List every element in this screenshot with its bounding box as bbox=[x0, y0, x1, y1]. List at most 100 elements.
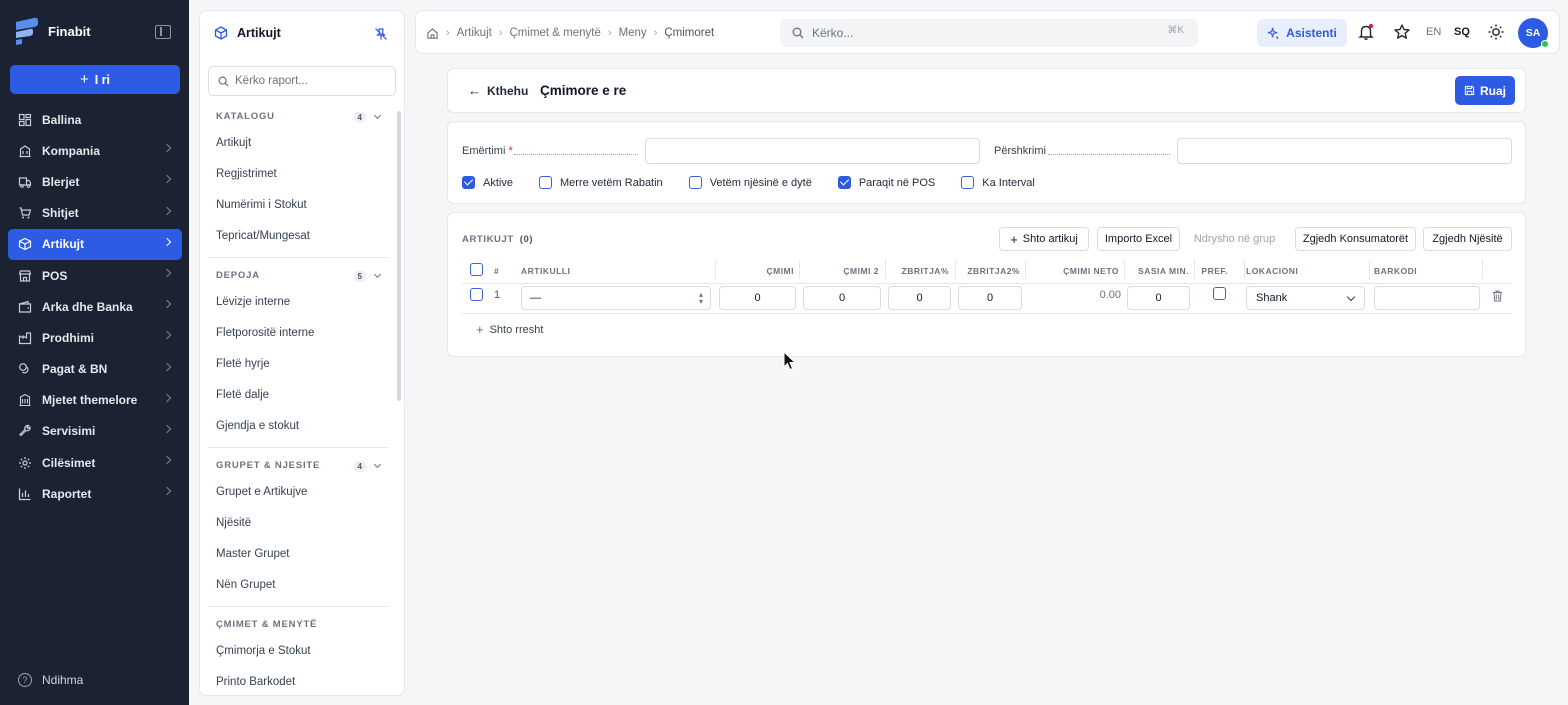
panel-link[interactable]: Lëvizje interne bbox=[200, 286, 396, 317]
barcode-input[interactable] bbox=[1374, 286, 1480, 310]
breadcrumb-item[interactable]: Çmimoret bbox=[664, 27, 714, 39]
panel-link[interactable]: Njësitë bbox=[200, 507, 396, 538]
new-button[interactable]: + I ri bbox=[10, 65, 180, 94]
panel-link[interactable]: Gjendja e stokut bbox=[200, 410, 396, 441]
panel-link[interactable]: Nën Grupet bbox=[200, 569, 396, 600]
sidebar-item-prodhimi[interactable]: Prodhimi bbox=[8, 322, 182, 353]
panel-link[interactable]: Fletë hyrje bbox=[200, 348, 396, 379]
description-input[interactable] bbox=[1177, 138, 1512, 164]
panel-link[interactable]: Çmimorja e Stokut bbox=[200, 635, 396, 666]
global-search-input[interactable]: Kërko... ⌘K bbox=[780, 19, 1198, 47]
brand[interactable]: Finabit bbox=[12, 16, 91, 46]
search-icon bbox=[792, 27, 804, 39]
option-checkbox-item[interactable]: Aktive bbox=[462, 176, 513, 189]
sidebar-item-cilësimet[interactable]: Cilësimet bbox=[8, 447, 182, 478]
sidebar-item-label: Mjetet themelore bbox=[42, 393, 138, 408]
article-select[interactable]: — ▴ ▾ bbox=[521, 286, 711, 310]
sidebar-collapse-icon[interactable] bbox=[155, 25, 171, 39]
chevron-right-icon bbox=[162, 393, 172, 402]
sidebar-item-pagat-bn[interactable]: Pagat & BN bbox=[8, 354, 182, 385]
panel-section-header[interactable]: GRUPET & NJESITE 4 bbox=[200, 454, 396, 476]
avatar-initials: SA bbox=[1525, 27, 1541, 39]
discount2-input[interactable]: 0 bbox=[958, 286, 1022, 310]
select-all-checkbox[interactable] bbox=[470, 263, 483, 276]
column-header: BARKODI bbox=[1374, 266, 1418, 276]
panel-section-header[interactable]: KATALOGU 4 bbox=[200, 105, 396, 127]
unpin-icon[interactable] bbox=[374, 27, 388, 41]
option-checkbox-item[interactable]: Paraqit në POS bbox=[837, 176, 935, 189]
panel-link[interactable]: Numërimi i Stokut bbox=[200, 189, 396, 220]
location-select[interactable]: Shank bbox=[1246, 286, 1365, 310]
panel-link[interactable]: Fletë dalje bbox=[200, 379, 396, 410]
sidebar-item-arka-dhe-banka[interactable]: Arka dhe Banka bbox=[8, 291, 182, 322]
sidebar-item-kompania[interactable]: Kompania bbox=[8, 135, 182, 166]
add-row-button[interactable]: + Shto rresht bbox=[476, 322, 543, 337]
panel-link[interactable]: Fletporositë interne bbox=[200, 317, 396, 348]
import-excel-button[interactable]: Importo Excel bbox=[1097, 227, 1180, 251]
pref-checkbox[interactable] bbox=[1213, 287, 1226, 300]
bell-icon[interactable] bbox=[1357, 23, 1375, 41]
option-checkbox-item[interactable]: Merre vetëm Rabatin bbox=[538, 176, 663, 189]
panel-link[interactable]: Artikujt bbox=[200, 127, 396, 158]
home-icon[interactable] bbox=[426, 27, 439, 40]
chevron-right-icon: › bbox=[446, 27, 450, 39]
price-input[interactable]: 0 bbox=[719, 286, 796, 310]
sun-icon[interactable] bbox=[1487, 23, 1505, 41]
breadcrumb-item[interactable]: Çmimet & menytë bbox=[510, 27, 601, 39]
help-link[interactable]: ? Ndihma bbox=[18, 673, 83, 687]
checkbox-unchecked[interactable] bbox=[538, 176, 552, 189]
option-checkbox-item[interactable]: Ka Interval bbox=[961, 176, 1035, 189]
row-select-checkbox[interactable] bbox=[470, 288, 483, 301]
select-consumers-button[interactable]: Zgjedh Konsumatorët bbox=[1295, 227, 1416, 251]
panel-link[interactable]: Printo Barkodet bbox=[200, 666, 396, 695]
sidebar-item-pos[interactable]: POS bbox=[8, 260, 182, 291]
user-avatar[interactable]: SA bbox=[1518, 18, 1549, 48]
sidebar-item-label: Servisimi bbox=[42, 424, 96, 439]
min-qty-input[interactable]: 0 bbox=[1127, 286, 1190, 310]
sidebar-item-ballina[interactable]: Ballina bbox=[8, 104, 182, 135]
sidebar-item-blerjet[interactable]: Blerjet bbox=[8, 166, 182, 197]
option-label: Aktive bbox=[483, 176, 513, 189]
discount-input[interactable]: 0 bbox=[888, 286, 951, 310]
assistant-button[interactable]: Asistenti bbox=[1257, 19, 1347, 47]
checkbox-unchecked[interactable] bbox=[961, 176, 975, 189]
sidebar-item-shitjet[interactable]: Shitjet bbox=[8, 198, 182, 229]
price2-input[interactable]: 0 bbox=[803, 286, 881, 310]
lang-sq[interactable]: SQ bbox=[1454, 26, 1470, 38]
add-items-button[interactable]: + Shto artikuj bbox=[999, 227, 1089, 251]
save-button[interactable]: Ruaj bbox=[1455, 76, 1515, 105]
checkbox-unchecked[interactable] bbox=[688, 176, 702, 189]
select-units-button[interactable]: Zgjedh Njësitë bbox=[1423, 227, 1512, 251]
group-edit-button[interactable]: Ndrysho në grup bbox=[1189, 227, 1280, 251]
sidebar-item-artikujt[interactable]: Artikujt bbox=[8, 228, 182, 260]
option-checkbox-item[interactable]: Vetëm njësinë e dytë bbox=[688, 176, 812, 189]
trash-icon[interactable] bbox=[1492, 290, 1503, 302]
panel-link[interactable]: Regjistrimet bbox=[200, 158, 396, 189]
panel-section-header[interactable]: DEPOJA 5 bbox=[200, 264, 396, 286]
sidebar-item-mjetet-themelore[interactable]: Mjetet themelore bbox=[8, 385, 182, 416]
breadcrumb-item[interactable]: Artikujt bbox=[457, 27, 492, 39]
checkbox-checked[interactable] bbox=[837, 176, 851, 189]
dotted-leader bbox=[1048, 154, 1170, 155]
breadcrumb-item[interactable]: Meny bbox=[619, 27, 647, 39]
checkbox-checked[interactable] bbox=[462, 176, 475, 189]
panel-section-header[interactable]: ÇMIMET & MENYTË bbox=[200, 613, 396, 635]
name-input[interactable] bbox=[645, 138, 980, 164]
arrow-left-icon: ← bbox=[468, 83, 481, 98]
column-separator bbox=[1194, 261, 1195, 279]
panel-title: Artikujt bbox=[237, 26, 281, 40]
star-icon[interactable] bbox=[1393, 23, 1411, 41]
panel-link[interactable]: Tepricat/Mungesat bbox=[200, 220, 396, 251]
column-separator bbox=[1482, 261, 1483, 279]
lang-en[interactable]: EN bbox=[1426, 26, 1441, 38]
sidebar-item-raportet[interactable]: Raportet bbox=[8, 478, 182, 509]
gear-icon bbox=[19, 456, 31, 469]
sidebar-item-servisimi[interactable]: Servisimi bbox=[8, 416, 182, 447]
report-search-input[interactable]: Kërko raport... bbox=[208, 66, 396, 96]
back-button[interactable]: ← Kthehu bbox=[468, 83, 528, 98]
asset-icon bbox=[19, 394, 31, 407]
panel-link[interactable]: Grupet e Artikujve bbox=[200, 476, 396, 507]
panel-scrollbar[interactable] bbox=[397, 111, 401, 401]
panel-link[interactable]: Master Grupet bbox=[200, 538, 396, 569]
dashboard-icon bbox=[18, 113, 32, 126]
